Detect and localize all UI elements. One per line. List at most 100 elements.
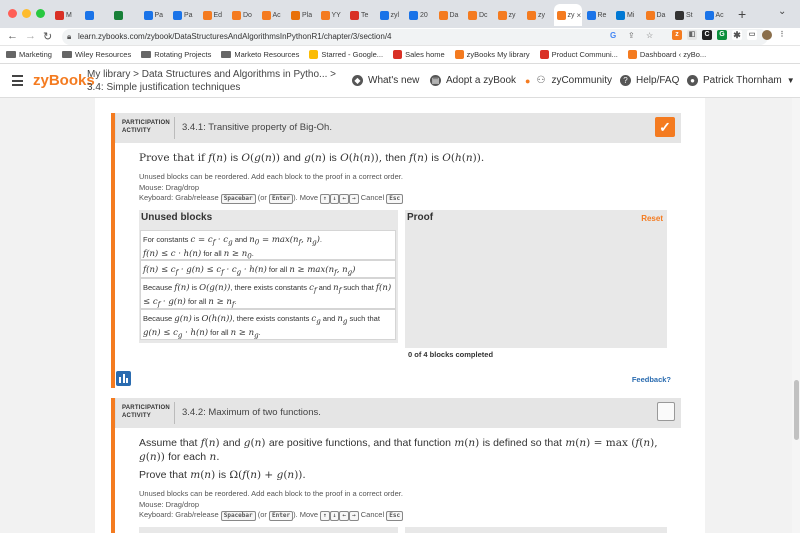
- lock-icon: 🔒︎: [67, 32, 72, 41]
- tab-label: Dc: [479, 11, 488, 19]
- bookmark-label: Dashboard ‹ zyBo...: [639, 50, 707, 59]
- bookmark-item[interactable]: Marketo Resources: [221, 50, 299, 59]
- incomplete-badge-icon: [657, 402, 675, 421]
- bookmark-item[interactable]: Starred - Google...: [309, 50, 383, 59]
- arrow-left-key: ←: [339, 194, 350, 204]
- close-window-button[interactable]: [8, 9, 17, 18]
- browser-tab[interactable]: Re: [584, 4, 608, 26]
- reset-button[interactable]: Reset: [641, 214, 663, 223]
- browser-tab[interactable]: zy: [495, 4, 519, 26]
- profile-avatar[interactable]: [762, 30, 772, 40]
- help-label: Help/FAQ: [636, 75, 680, 86]
- activity-type-label: PARTICIPATION ACTIVITY: [122, 404, 170, 420]
- bookmark-item[interactable]: Product Communi...: [539, 50, 618, 59]
- tab-label: Pla: [302, 11, 312, 19]
- proof-block-3[interactable]: Because f(n) is O(g(n)), there exists co…: [140, 278, 396, 309]
- sidebar-icon[interactable]: ▭: [747, 30, 757, 40]
- folder-icon: [141, 51, 152, 58]
- browser-tab[interactable]: Pla: [288, 4, 312, 26]
- activity-prompt: Prove that if f(n) is O(g(n)) and g(n) i…: [139, 152, 485, 164]
- bookmark-item[interactable]: Marketing: [6, 50, 52, 59]
- whats-new-link[interactable]: ◆ What's new: [352, 75, 419, 86]
- instructions: Unused blocks can be reordered. Add each…: [139, 172, 404, 204]
- grammar-extension-icon[interactable]: G: [717, 30, 727, 40]
- menu-kebab-icon[interactable]: ⋮: [777, 30, 787, 40]
- folder-icon: [61, 51, 72, 58]
- esc-key: Esc: [386, 194, 404, 204]
- page-scrollbar[interactable]: [792, 98, 800, 533]
- zycommunity-link[interactable]: ● ⚇ zyCommunity: [525, 75, 612, 86]
- browser-tab[interactable]: Pa: [170, 4, 194, 26]
- bookmark-label: Sales home: [405, 50, 445, 59]
- browser-tab[interactable]: Dc: [465, 4, 489, 26]
- adopt-zybook-link[interactable]: ▤ Adopt a zyBook: [430, 75, 516, 86]
- feedback-link[interactable]: Feedback?: [632, 375, 671, 384]
- tab-label: Do: [243, 11, 252, 19]
- tab-label: YY: [331, 11, 341, 19]
- zybooks-extension-icon[interactable]: z: [672, 30, 682, 40]
- browser-tab[interactable]: Mi: [613, 4, 637, 26]
- arrow-down-key: ↓: [329, 194, 340, 204]
- browser-tab-strip: M Pa Pa Ed Do Ac Pla YY Te zyl 20 Da Dc zy zy zy × Re Mi Da…: [0, 0, 800, 28]
- bookmark-item[interactable]: Wiley Resources: [61, 50, 131, 59]
- extension-c-icon[interactable]: C: [702, 30, 712, 40]
- close-tab-icon[interactable]: ×: [577, 11, 582, 20]
- browser-toolbar: ← → ↻ 🔒︎ learn.zybooks.com/zybook/DataSt…: [0, 28, 800, 46]
- extension-icon[interactable]: ◧: [687, 30, 697, 40]
- browser-tab[interactable]: Da: [436, 4, 460, 26]
- maximize-window-button[interactable]: [36, 9, 45, 18]
- bookmark-star-icon[interactable]: ☆: [646, 31, 653, 40]
- browser-tab[interactable]: YY: [318, 4, 342, 26]
- proof-block-2[interactable]: f(n) ≤ cf · g(n) ≤ cf · cg · h(n) for al…: [140, 260, 396, 278]
- help-faq-link[interactable]: ? Help/FAQ: [620, 75, 679, 86]
- breadcrumb-book[interactable]: My library > Data Structures and Algorit…: [87, 69, 336, 80]
- browser-tab[interactable]: zy: [524, 4, 548, 26]
- browser-tab[interactable]: Da: [643, 4, 667, 26]
- browser-tab[interactable]: Ac: [259, 4, 283, 26]
- tab-label: zy: [538, 11, 545, 19]
- browser-tab[interactable]: 20: [406, 4, 430, 26]
- zybooks-logo[interactable]: zyBooks: [33, 72, 95, 89]
- proof-drop-area[interactable]: [405, 527, 667, 533]
- browser-tab[interactable]: Ac: [702, 4, 726, 26]
- proof-drop-area[interactable]: Proof Reset: [405, 210, 667, 348]
- puzzle-icon[interactable]: ✱: [732, 30, 742, 40]
- share-icon[interactable]: ⇪: [628, 31, 635, 40]
- browser-tab[interactable]: Te: [347, 4, 371, 26]
- reload-button[interactable]: ↻: [43, 30, 52, 43]
- bookmark-item[interactable]: Rotating Projects: [141, 50, 211, 59]
- bookmark-item[interactable]: Dashboard ‹ zyBo...: [627, 50, 707, 59]
- site-favicon-icon: [627, 50, 637, 59]
- bookmark-item[interactable]: zyBooks My library: [454, 50, 530, 59]
- hamburger-menu-icon[interactable]: [12, 75, 23, 89]
- tab-search-chevron-icon[interactable]: ⌄: [778, 6, 786, 17]
- tab-favicon-icon: [468, 10, 477, 20]
- browser-tab[interactable]: [111, 4, 135, 26]
- forward-button[interactable]: →: [25, 30, 36, 42]
- proof-block-4[interactable]: Because g(n) is O(h(n)), there exists co…: [140, 309, 396, 340]
- kb-cancel: Cancel: [360, 193, 385, 202]
- browser-tab[interactable]: zy ×: [553, 4, 582, 26]
- minimize-window-button[interactable]: [22, 9, 31, 18]
- browser-tab[interactable]: Do: [229, 4, 253, 26]
- tab-favicon-icon: [409, 10, 418, 20]
- activity-chart-icon[interactable]: [116, 371, 131, 386]
- browser-tab[interactable]: Ed: [200, 4, 224, 26]
- scrollbar-thumb[interactable]: [794, 380, 799, 440]
- kb-move: ). Move: [293, 510, 319, 519]
- browser-tab[interactable]: St: [672, 4, 696, 26]
- url-text[interactable]: learn.zybooks.com/zybook/DataStructuresA…: [78, 32, 392, 41]
- address-bar[interactable]: 🔒︎ learn.zybooks.com/zybook/DataStructur…: [62, 29, 768, 45]
- tab-favicon-icon: [261, 10, 271, 20]
- browser-tab[interactable]: Pa: [141, 4, 165, 26]
- back-button[interactable]: ←: [7, 30, 18, 42]
- bookmark-item[interactable]: Sales home: [393, 50, 445, 59]
- browser-tab[interactable]: M: [52, 4, 76, 26]
- user-menu[interactable]: ● Patrick Thornham ▼: [687, 75, 795, 86]
- google-lens-icon[interactable]: G: [610, 31, 616, 40]
- proof-block-1[interactable]: For constants c = cf · cg and n0 = max(n…: [140, 230, 396, 260]
- browser-tab[interactable]: zyl: [377, 4, 401, 26]
- activity-header: PARTICIPATION ACTIVITY 3.4.1: Transitive…: [115, 113, 681, 143]
- browser-tab[interactable]: [82, 4, 106, 26]
- new-tab-button[interactable]: +: [738, 6, 746, 22]
